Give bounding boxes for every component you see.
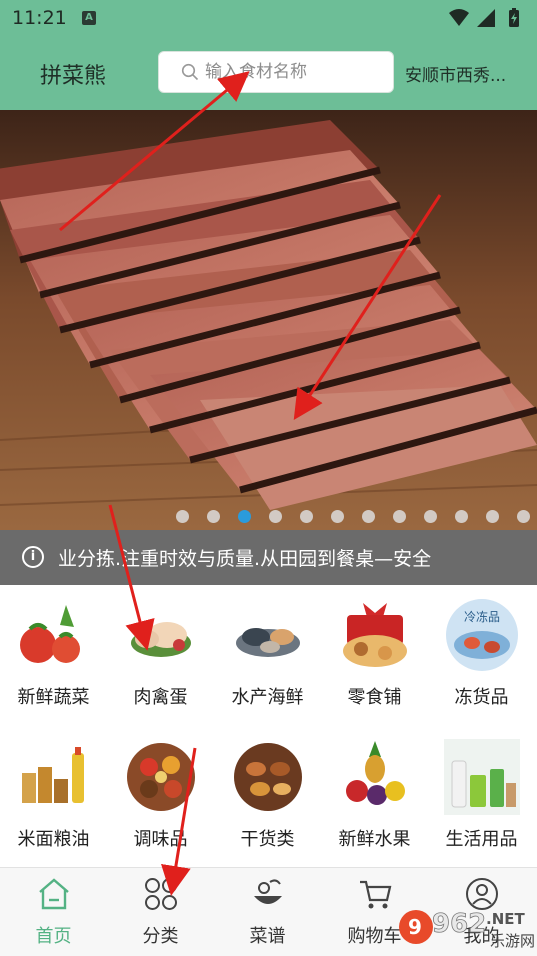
- category-label: 生活用品: [445, 829, 518, 850]
- grain-oil-icon: [22, 747, 84, 803]
- category-label: 新鲜蔬菜: [17, 687, 90, 708]
- category-snacks[interactable]: 零食铺: [321, 585, 428, 725]
- banner-dot[interactable]: [176, 510, 189, 523]
- snacks-icon: [343, 603, 407, 667]
- frozen-badge: 冷冻品: [464, 609, 500, 624]
- banner-dot[interactable]: [393, 510, 406, 523]
- wifi-icon: [449, 9, 469, 26]
- category-vegetables[interactable]: 新鲜蔬菜: [0, 585, 107, 725]
- bacon-banner-image: [0, 110, 537, 530]
- category-label: 调味品: [133, 829, 188, 850]
- search-box[interactable]: [158, 51, 394, 93]
- category-dried-goods[interactable]: 干货类: [214, 727, 321, 867]
- category-label: 干货类: [240, 829, 295, 850]
- tab-label: 菜谱: [249, 926, 286, 947]
- seasoning-icon: [127, 743, 195, 811]
- fruit-icon: [346, 741, 405, 805]
- watermark-number: 962: [432, 909, 486, 939]
- app-brand: 拼菜熊: [40, 64, 107, 89]
- location-selector[interactable]: 安顺市西秀...: [405, 61, 533, 86]
- recipe-icon: [254, 879, 282, 904]
- site-watermark-logo: 9 962 .NET 乐游网: [399, 909, 534, 950]
- banner-dot[interactable]: [455, 510, 468, 523]
- banner-dot[interactable]: [300, 510, 313, 523]
- meat-poultry-icon: [131, 622, 191, 657]
- category-grid: 新鲜蔬菜 肉禽蛋 水产海鲜 零食铺 冷冻品 冻货品 米面粮油 调味品 干货类 新…: [0, 585, 537, 867]
- seafood-icon: [236, 628, 300, 657]
- watermark-site: 乐游网: [490, 932, 534, 950]
- banner-dot[interactable]: [362, 510, 375, 523]
- status-icons: [449, 8, 519, 27]
- tab-recipes[interactable]: 菜谱: [214, 868, 321, 956]
- category-daily-goods[interactable]: 生活用品: [428, 727, 535, 867]
- category-grain-oil[interactable]: 米面粮油: [0, 727, 107, 867]
- info-icon: i: [22, 546, 44, 568]
- status-bar: 11:21 A: [0, 0, 537, 36]
- daily-goods-icon: [444, 739, 520, 815]
- cart-icon: [360, 880, 392, 909]
- banner-dot[interactable]: [331, 510, 344, 523]
- category-icon: [145, 878, 177, 910]
- notification-icon: A: [82, 11, 96, 25]
- category-meat-poultry-eggs[interactable]: 肉禽蛋: [107, 585, 214, 725]
- banner-dot[interactable]: [207, 510, 220, 523]
- category-fruit[interactable]: 新鲜水果: [321, 727, 428, 867]
- banner-dot[interactable]: [269, 510, 282, 523]
- notice-bar[interactable]: i 业分拣.注重时效与质量.从田园到餐桌—安全: [0, 530, 537, 585]
- tab-home[interactable]: 首页: [0, 868, 107, 956]
- dried-goods-icon: [234, 743, 302, 811]
- category-label: 零食铺: [347, 687, 402, 708]
- category-label: 米面粮油: [17, 829, 90, 850]
- category-label: 肉禽蛋: [133, 687, 188, 708]
- status-time: 11:21: [12, 7, 67, 29]
- category-frozen[interactable]: 冷冻品 冻货品: [428, 585, 535, 725]
- category-label: 新鲜水果: [338, 829, 411, 850]
- banner-dot[interactable]: [486, 510, 499, 523]
- promo-banner[interactable]: [0, 110, 537, 530]
- category-seasoning[interactable]: 调味品: [107, 727, 214, 867]
- frozen-goods-icon: 冷冻品: [446, 599, 518, 671]
- vegetables-icon: [20, 605, 80, 663]
- category-label: 冻货品: [454, 687, 509, 708]
- svg-text:9: 9: [408, 915, 422, 939]
- banner-dot-active[interactable]: [238, 510, 251, 523]
- search-icon: [181, 63, 199, 81]
- battery-icon: [509, 8, 519, 27]
- banner-pagination: [0, 510, 537, 524]
- category-label: 水产海鲜: [231, 687, 304, 708]
- signal-icon: [477, 9, 495, 27]
- top-header: 拼菜熊 安顺市西秀...: [0, 36, 537, 110]
- notice-text: 业分拣.注重时效与质量.从田园到餐桌—安全: [58, 548, 432, 570]
- tab-label: 分类: [142, 926, 179, 947]
- banner-dot[interactable]: [424, 510, 437, 523]
- home-icon: [39, 878, 69, 910]
- search-input[interactable]: [205, 58, 385, 86]
- tab-label: 首页: [35, 926, 72, 947]
- tab-category[interactable]: 分类: [107, 868, 214, 956]
- watermark-suffix: .NET: [486, 910, 525, 928]
- category-seafood[interactable]: 水产海鲜: [214, 585, 321, 725]
- banner-dot[interactable]: [517, 510, 530, 523]
